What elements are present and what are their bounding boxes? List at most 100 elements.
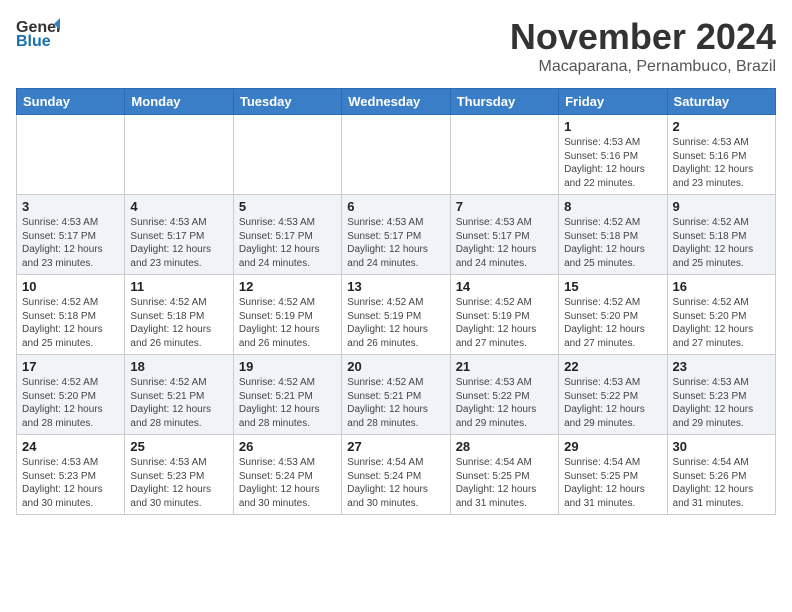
day-number: 27 — [347, 439, 444, 454]
day-number: 17 — [22, 359, 119, 374]
week-row-3: 10Sunrise: 4:52 AM Sunset: 5:18 PM Dayli… — [17, 275, 776, 355]
day-info: Sunrise: 4:54 AM Sunset: 5:24 PM Dayligh… — [347, 456, 444, 510]
day-number: 1 — [564, 119, 661, 134]
day-number: 5 — [239, 199, 336, 214]
empty-cell — [125, 115, 233, 195]
day-info: Sunrise: 4:52 AM Sunset: 5:20 PM Dayligh… — [564, 296, 661, 350]
month-title: November 2024 — [510, 16, 776, 58]
day-cell-12: 12 Sunrise: 4:52 AM Sunset: 5:19 PM Dayli… — [233, 275, 341, 355]
day-cell-10: 10Sunrise: 4:52 AM Sunset: 5:18 PM Dayli… — [17, 275, 125, 355]
day-info: Sunrise: 4:53 AM Sunset: 5:23 PM Dayligh… — [130, 456, 227, 510]
calendar-table: SundayMondayTuesdayWednesdayThursdayFrid… — [16, 88, 776, 515]
day-info: Sunrise: 4:52 AM Sunset: 5:21 PM Dayligh… — [239, 376, 336, 430]
weekday-header-sunday: Sunday — [17, 89, 125, 115]
day-info: Sunrise: 4:53 AM Sunset: 5:17 PM Dayligh… — [22, 216, 119, 270]
day-cell-23: 23 Sunrise: 4:53 AM Sunset: 5:23 PM Dayli… — [667, 355, 775, 435]
day-info: Sunrise: 4:52 AM Sunset: 5:20 PM Dayligh… — [22, 376, 119, 430]
day-number: 30 — [673, 439, 770, 454]
weekday-header-tuesday: Tuesday — [233, 89, 341, 115]
day-cell-15: 15Sunrise: 4:52 AM Sunset: 5:20 PM Dayli… — [559, 275, 667, 355]
day-cell-8: 8 Sunrise: 4:52 AM Sunset: 5:18 PM Daylig… — [559, 195, 667, 275]
day-number: 21 — [456, 359, 553, 374]
day-number: 7 — [456, 199, 553, 214]
day-cell-17: 17 Sunrise: 4:52 AM Sunset: 5:20 PM Dayli… — [17, 355, 125, 435]
day-number: 16 — [673, 279, 770, 294]
day-info: Sunrise: 4:53 AM Sunset: 5:23 PM Dayligh… — [22, 456, 119, 510]
day-cell-16: 16 Sunrise: 4:52 AM Sunset: 5:20 PM Dayli… — [667, 275, 775, 355]
day-info: Sunrise: 4:52 AM Sunset: 5:20 PM Dayligh… — [673, 296, 770, 350]
day-info: Sunrise: 4:53 AM Sunset: 5:23 PM Dayligh… — [673, 376, 770, 430]
day-cell-30: 30 Sunrise: 4:54 AM Sunset: 5:26 PM Dayli… — [667, 435, 775, 515]
day-info: Sunrise: 4:53 AM Sunset: 5:16 PM Dayligh… — [564, 136, 661, 190]
day-cell-24: 24 Sunrise: 4:53 AM Sunset: 5:23 PM Dayli… — [17, 435, 125, 515]
day-number: 6 — [347, 199, 444, 214]
day-info: Sunrise: 4:53 AM Sunset: 5:17 PM Dayligh… — [130, 216, 227, 270]
page-header: General Blue November 2024 Macaparana, P… — [16, 16, 776, 76]
day-number: 11 — [130, 279, 227, 294]
week-row-1: 1 Sunrise: 4:53 AM Sunset: 5:16 PM Daylig… — [17, 115, 776, 195]
day-number: 4 — [130, 199, 227, 214]
day-info: Sunrise: 4:52 AM Sunset: 5:19 PM Dayligh… — [239, 296, 336, 350]
week-row-4: 17 Sunrise: 4:52 AM Sunset: 5:20 PM Dayli… — [17, 355, 776, 435]
day-info: Sunrise: 4:52 AM Sunset: 5:18 PM Dayligh… — [564, 216, 661, 270]
title-block: November 2024 Macaparana, Pernambuco, Br… — [510, 16, 776, 76]
day-info: Sunrise: 4:53 AM Sunset: 5:17 PM Dayligh… — [239, 216, 336, 270]
day-number: 18 — [130, 359, 227, 374]
empty-cell — [233, 115, 341, 195]
weekday-header-saturday: Saturday — [667, 89, 775, 115]
empty-cell — [17, 115, 125, 195]
day-info: Sunrise: 4:52 AM Sunset: 5:18 PM Dayligh… — [130, 296, 227, 350]
svg-text:Blue: Blue — [16, 33, 51, 50]
day-info: Sunrise: 4:52 AM Sunset: 5:19 PM Dayligh… — [456, 296, 553, 350]
day-number: 25 — [130, 439, 227, 454]
empty-cell — [450, 115, 558, 195]
day-number: 24 — [22, 439, 119, 454]
day-info: Sunrise: 4:54 AM Sunset: 5:26 PM Dayligh… — [673, 456, 770, 510]
day-number: 9 — [673, 199, 770, 214]
day-cell-20: 20 Sunrise: 4:52 AM Sunset: 5:21 PM Dayli… — [342, 355, 450, 435]
day-number: 14 — [456, 279, 553, 294]
day-number: 29 — [564, 439, 661, 454]
day-cell-18: 18 Sunrise: 4:52 AM Sunset: 5:21 PM Dayli… — [125, 355, 233, 435]
logo: General Blue — [16, 16, 60, 52]
day-cell-1: 1 Sunrise: 4:53 AM Sunset: 5:16 PM Daylig… — [559, 115, 667, 195]
day-cell-28: 28Sunrise: 4:54 AM Sunset: 5:25 PM Dayli… — [450, 435, 558, 515]
day-number: 12 — [239, 279, 336, 294]
day-cell-14: 14 Sunrise: 4:52 AM Sunset: 5:19 PM Dayli… — [450, 275, 558, 355]
day-number: 23 — [673, 359, 770, 374]
day-number: 22 — [564, 359, 661, 374]
day-cell-22: 22 Sunrise: 4:53 AM Sunset: 5:22 PM Dayli… — [559, 355, 667, 435]
day-info: Sunrise: 4:52 AM Sunset: 5:21 PM Dayligh… — [130, 376, 227, 430]
day-cell-9: 9 Sunrise: 4:52 AM Sunset: 5:18 PM Daylig… — [667, 195, 775, 275]
day-number: 3 — [22, 199, 119, 214]
day-info: Sunrise: 4:52 AM Sunset: 5:18 PM Dayligh… — [22, 296, 119, 350]
weekday-header-monday: Monday — [125, 89, 233, 115]
day-info: Sunrise: 4:53 AM Sunset: 5:22 PM Dayligh… — [564, 376, 661, 430]
day-cell-7: 7Sunrise: 4:53 AM Sunset: 5:17 PM Daylig… — [450, 195, 558, 275]
week-row-5: 24 Sunrise: 4:53 AM Sunset: 5:23 PM Dayli… — [17, 435, 776, 515]
day-number: 13 — [347, 279, 444, 294]
day-number: 20 — [347, 359, 444, 374]
location-title: Macaparana, Pernambuco, Brazil — [510, 58, 776, 76]
day-info: Sunrise: 4:53 AM Sunset: 5:16 PM Dayligh… — [673, 136, 770, 190]
day-cell-13: 13Sunrise: 4:52 AM Sunset: 5:19 PM Dayli… — [342, 275, 450, 355]
day-info: Sunrise: 4:53 AM Sunset: 5:22 PM Dayligh… — [456, 376, 553, 430]
day-number: 8 — [564, 199, 661, 214]
day-info: Sunrise: 4:53 AM Sunset: 5:17 PM Dayligh… — [347, 216, 444, 270]
weekday-header-friday: Friday — [559, 89, 667, 115]
day-cell-19: 19 Sunrise: 4:52 AM Sunset: 5:21 PM Dayli… — [233, 355, 341, 435]
day-info: Sunrise: 4:53 AM Sunset: 5:24 PM Dayligh… — [239, 456, 336, 510]
day-cell-25: 25 Sunrise: 4:53 AM Sunset: 5:23 PM Dayli… — [125, 435, 233, 515]
day-info: Sunrise: 4:54 AM Sunset: 5:25 PM Dayligh… — [456, 456, 553, 510]
day-number: 19 — [239, 359, 336, 374]
day-number: 26 — [239, 439, 336, 454]
day-info: Sunrise: 4:52 AM Sunset: 5:18 PM Dayligh… — [673, 216, 770, 270]
logo-icon: General Blue — [16, 16, 60, 52]
day-cell-4: 4 Sunrise: 4:53 AM Sunset: 5:17 PM Daylig… — [125, 195, 233, 275]
day-cell-6: 6 Sunrise: 4:53 AM Sunset: 5:17 PM Daylig… — [342, 195, 450, 275]
day-cell-11: 11 Sunrise: 4:52 AM Sunset: 5:18 PM Dayli… — [125, 275, 233, 355]
day-cell-29: 29 Sunrise: 4:54 AM Sunset: 5:25 PM Dayli… — [559, 435, 667, 515]
day-info: Sunrise: 4:54 AM Sunset: 5:25 PM Dayligh… — [564, 456, 661, 510]
day-info: Sunrise: 4:52 AM Sunset: 5:21 PM Dayligh… — [347, 376, 444, 430]
day-cell-2: 2Sunrise: 4:53 AM Sunset: 5:16 PM Daylig… — [667, 115, 775, 195]
